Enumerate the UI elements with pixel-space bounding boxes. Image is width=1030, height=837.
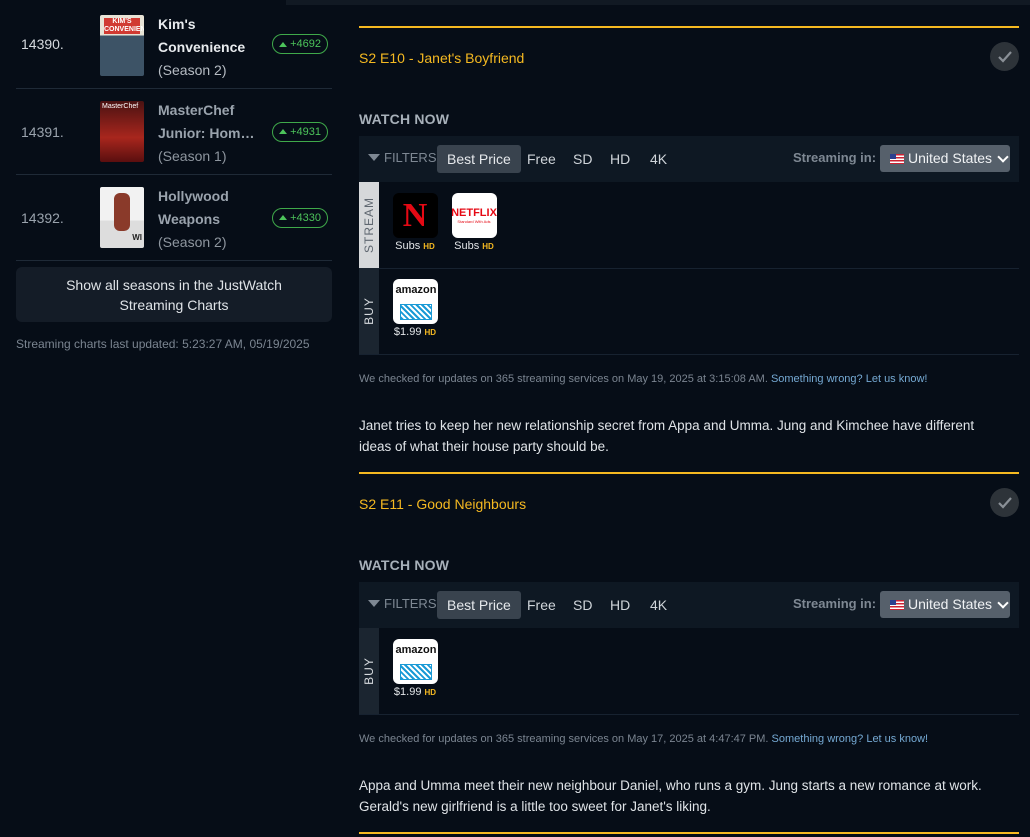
chart-title[interactable]: Hollywood Weapons (Season 2)	[158, 185, 278, 254]
episode-divider	[359, 26, 1019, 28]
filter-sd[interactable]: SD	[563, 145, 602, 173]
stream-label: STREAM	[359, 182, 379, 268]
streaming-in-label: Streaming in:	[793, 596, 877, 611]
watch-now-heading: WATCH NOW	[359, 557, 450, 573]
show-all-seasons-button[interactable]: Show all seasons in the JustWatch Stream…	[16, 267, 332, 322]
checkmark-icon	[997, 50, 1012, 63]
poster-title-text: KIM'S CONVENIENCE	[104, 18, 144, 34]
arrow-up-icon	[279, 129, 288, 134]
buy-offers-row: BUY amazon $1.99 HD	[359, 628, 1019, 715]
report-issue-link[interactable]: Something wrong? Let us know!	[772, 733, 929, 745]
arrow-up-icon	[279, 215, 288, 220]
funnel-icon	[368, 154, 380, 161]
rank-change-badge: +4692	[272, 34, 328, 54]
filters-label[interactable]: FILTERS	[368, 596, 437, 611]
episode-title[interactable]: S2 E11 - Good Neighbours	[359, 496, 526, 512]
chart-season: (Season 2)	[158, 62, 227, 78]
chart-rank: 14391.	[21, 123, 64, 140]
chart-season: (Season 2)	[158, 234, 227, 250]
poster-figure	[114, 193, 130, 231]
mark-watched-button[interactable]	[990, 488, 1019, 517]
filter-bar: FILTERS Best Price Free SD HD 4K Streami…	[359, 582, 1019, 628]
watch-now-heading: WATCH NOW	[359, 111, 450, 127]
filter-hd[interactable]: HD	[600, 145, 640, 173]
offer-price: Subs HD	[395, 240, 435, 252]
chart-row[interactable]: 14392. WI Hollywood Weapons (Season 2) +…	[16, 175, 332, 261]
filter-4k[interactable]: 4K	[640, 145, 677, 173]
amazon-icon: amazon	[392, 639, 438, 684]
provider-amazon[interactable]: amazon $1.99 HD	[392, 279, 438, 338]
cart-graphic	[399, 664, 432, 680]
episode-synopsis: Appa and Umma meet their new neighbour D…	[359, 778, 982, 814]
rank-change-badge: +4330	[272, 207, 328, 228]
buy-label: BUY	[359, 628, 379, 714]
poster-kims-convenience[interactable]: KIM'S CONVENIENCE	[100, 15, 144, 76]
chart-title[interactable]: MasterChef Junior: Hom… (Season 1)	[158, 99, 278, 168]
chart-season: (Season 1)	[158, 148, 227, 164]
netflix-ads-icon: NETFLIX Standard With Ads	[451, 193, 497, 238]
chart-rank: 14390.	[21, 36, 64, 52]
filter-free[interactable]: Free	[517, 145, 566, 173]
chevron-down-icon	[997, 151, 1009, 163]
stream-offers-row: STREAM N Subs HD NETFLIX Standard With A…	[359, 182, 1019, 269]
country-select[interactable]: United States	[880, 145, 1010, 172]
last-checked-text: We checked for updates on 365 streaming …	[359, 373, 928, 385]
country-select[interactable]: United States	[880, 591, 1010, 618]
offer-price: $1.99 HD	[393, 326, 437, 338]
offer-price: $1.99 HD	[393, 686, 437, 698]
filter-hd[interactable]: HD	[600, 591, 640, 619]
provider-netflix[interactable]: N Subs HD	[392, 193, 438, 252]
filter-sd[interactable]: SD	[563, 591, 602, 619]
episode-divider	[359, 832, 1019, 834]
charts-updated-text: Streaming charts last updated: 5:23:27 A…	[16, 337, 310, 351]
poster-masterchef-junior[interactable]: MasterChef	[100, 101, 144, 162]
offer-price: Subs HD	[454, 240, 494, 252]
poster-title-text: WI	[132, 233, 142, 242]
buy-offers-row: BUY amazon $1.99 HD	[359, 268, 1019, 355]
last-checked-text: We checked for updates on 365 streaming …	[359, 733, 929, 745]
chart-rank: 14392.	[21, 209, 64, 226]
chart-title[interactable]: Kim's Convenience (Season 2)	[158, 13, 278, 82]
checkmark-icon	[997, 496, 1012, 509]
cart-graphic	[399, 304, 432, 320]
episode-divider	[359, 472, 1019, 474]
provider-netflix-with-ads[interactable]: NETFLIX Standard With Ads Subs HD	[451, 193, 497, 252]
amazon-icon: amazon	[392, 279, 438, 324]
netflix-icon: N	[392, 193, 438, 238]
us-flag-icon	[890, 153, 904, 164]
filter-free[interactable]: Free	[517, 591, 566, 619]
episode-synopsis: Janet tries to keep her new relationship…	[359, 418, 975, 454]
filter-best-price[interactable]: Best Price	[437, 591, 521, 619]
episode-title[interactable]: S2 E10 - Janet's Boyfriend	[359, 50, 524, 66]
funnel-icon	[368, 600, 380, 607]
arrow-up-icon	[279, 41, 288, 47]
chart-row[interactable]: 14391. MasterChef MasterChef Junior: Hom…	[16, 89, 332, 175]
report-issue-link[interactable]: Something wrong? Let us know!	[771, 373, 928, 385]
streaming-in-label: Streaming in:	[793, 150, 877, 165]
filter-4k[interactable]: 4K	[640, 591, 677, 619]
mark-watched-button[interactable]	[990, 42, 1019, 71]
streaming-charts-sidebar: 14390. KIM'S CONVENIENCE Kim's Convenien…	[16, 0, 332, 351]
filter-best-price[interactable]: Best Price	[437, 145, 521, 173]
poster-hollywood-weapons[interactable]: WI	[100, 187, 144, 248]
chevron-down-icon	[997, 597, 1009, 609]
provider-amazon[interactable]: amazon $1.99 HD	[392, 639, 438, 698]
top-bar-edge	[286, 0, 1030, 5]
us-flag-icon	[890, 599, 904, 610]
buy-label: BUY	[359, 268, 379, 354]
filter-bar: FILTERS Best Price Free SD HD 4K Streami…	[359, 136, 1019, 182]
poster-title-text: MasterChef	[102, 103, 139, 110]
chart-row[interactable]: 14390. KIM'S CONVENIENCE Kim's Convenien…	[16, 0, 332, 89]
rank-change-badge: +4931	[272, 121, 328, 142]
filters-label[interactable]: FILTERS	[368, 150, 437, 165]
